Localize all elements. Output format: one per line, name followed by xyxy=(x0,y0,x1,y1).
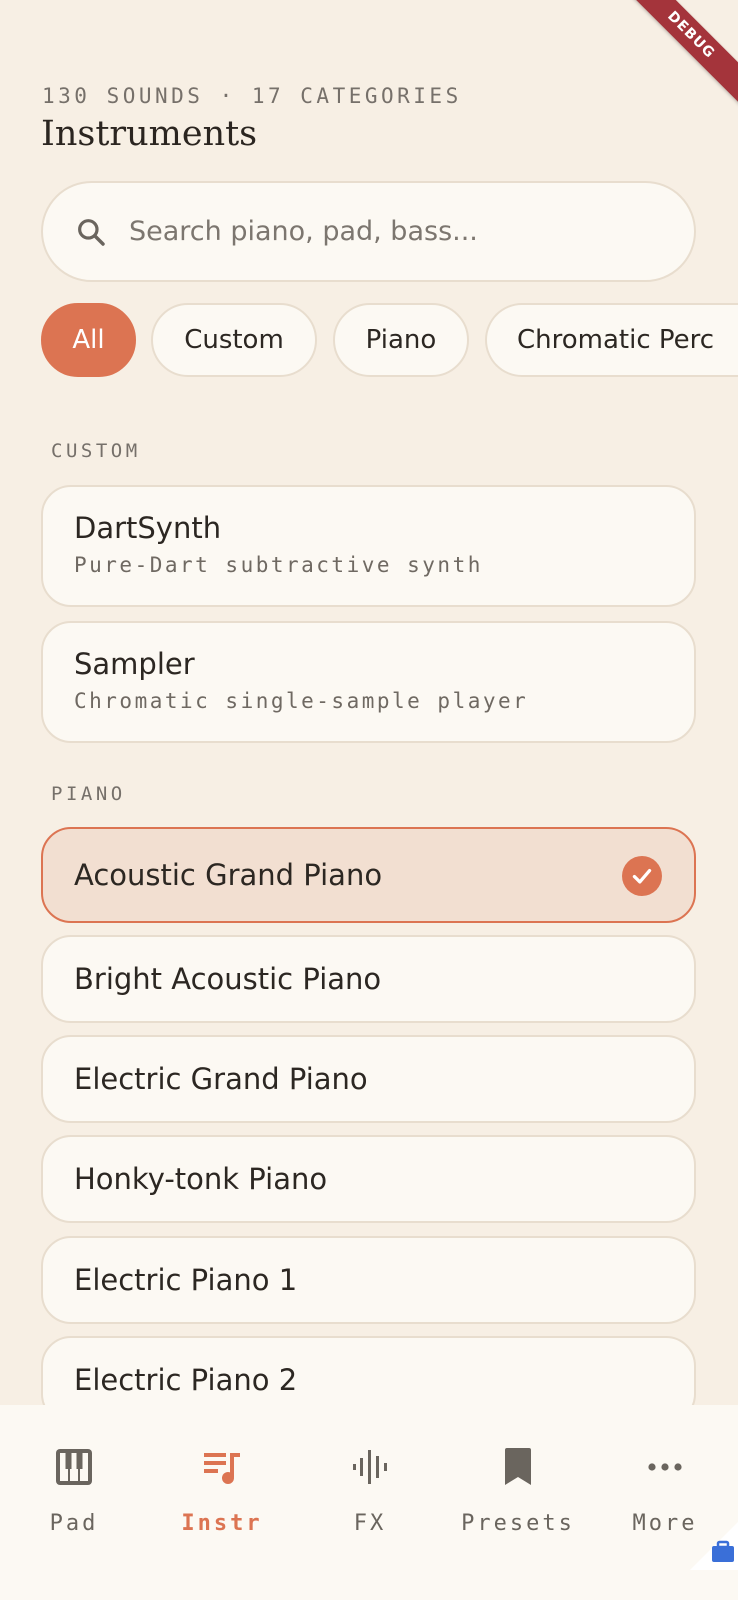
nav-label: More xyxy=(632,1511,698,1536)
instrument-description: Chromatic single-sample player xyxy=(74,689,529,713)
instrument-name: Bright Acoustic Piano xyxy=(74,962,382,996)
sound-count-subtitle: 130 SOUNDS · 17 CATEGORIES xyxy=(42,84,462,108)
search-input[interactable] xyxy=(129,216,649,247)
instrument-name: Sampler xyxy=(74,647,195,681)
instrument-card-electric-grand-piano[interactable]: Electric Grand Piano xyxy=(41,1035,696,1123)
waveform-icon xyxy=(350,1445,390,1489)
instrument-card-honky-tonk-piano[interactable]: Honky-tonk Piano xyxy=(41,1135,696,1223)
instruments-screen: 130 SOUNDS · 17 CATEGORIES Instruments A… xyxy=(0,0,738,1600)
nav-label: FX xyxy=(353,1511,387,1536)
bottom-nav: Pad Instr FX Presets More xyxy=(0,1405,738,1600)
instrument-name: Honky-tonk Piano xyxy=(74,1162,328,1196)
music-list-icon xyxy=(202,1445,242,1489)
check-circle-icon xyxy=(622,856,662,896)
bookmark-icon xyxy=(503,1445,533,1489)
instrument-card-electric-piano-1[interactable]: Electric Piano 1 xyxy=(41,1236,696,1324)
instrument-name: Electric Piano 2 xyxy=(74,1363,298,1397)
briefcase-icon[interactable] xyxy=(690,1522,738,1570)
nav-item-fx[interactable]: FX xyxy=(296,1405,444,1600)
section-label-custom: CUSTOM xyxy=(51,440,141,462)
instrument-description: Pure-Dart subtractive synth xyxy=(74,553,483,577)
nav-item-more[interactable]: More xyxy=(592,1405,738,1600)
instrument-name: Electric Grand Piano xyxy=(74,1062,368,1096)
instrument-card-sampler[interactable]: Sampler Chromatic single-sample player xyxy=(41,621,696,743)
piano-keys-icon xyxy=(55,1445,93,1489)
debug-banner: DEBUG xyxy=(620,0,738,106)
chip-all[interactable]: All xyxy=(41,303,136,377)
section-label-piano: PIANO xyxy=(51,783,126,805)
chip-chromatic-perc[interactable]: Chromatic Perc xyxy=(485,303,738,377)
chip-label: Custom xyxy=(184,325,284,355)
search-bar[interactable] xyxy=(41,181,696,282)
instrument-card-dartsynth[interactable]: DartSynth Pure-Dart subtractive synth xyxy=(41,485,696,607)
nav-item-pad[interactable]: Pad xyxy=(0,1405,148,1600)
instrument-name: Acoustic Grand Piano xyxy=(74,858,383,892)
instrument-name: DartSynth xyxy=(74,511,222,545)
search-icon xyxy=(78,218,105,246)
nav-label: Pad xyxy=(49,1511,99,1536)
chip-piano[interactable]: Piano xyxy=(333,303,469,377)
instrument-name: Electric Piano 1 xyxy=(74,1263,298,1297)
page-title: Instruments xyxy=(41,114,258,154)
chip-label: Chromatic Perc xyxy=(517,325,715,355)
nav-label: Presets xyxy=(461,1511,575,1536)
more-dots-icon xyxy=(647,1445,683,1489)
chip-label: Piano xyxy=(365,325,437,355)
chip-custom[interactable]: Custom xyxy=(151,303,317,377)
nav-item-instr[interactable]: Instr xyxy=(148,1405,296,1600)
chip-label: All xyxy=(72,325,105,355)
instrument-card-bright-acoustic-piano[interactable]: Bright Acoustic Piano xyxy=(41,935,696,1023)
nav-label: Instr xyxy=(181,1511,263,1536)
nav-item-presets[interactable]: Presets xyxy=(444,1405,592,1600)
instrument-card-acoustic-grand-piano[interactable]: Acoustic Grand Piano xyxy=(41,827,696,923)
